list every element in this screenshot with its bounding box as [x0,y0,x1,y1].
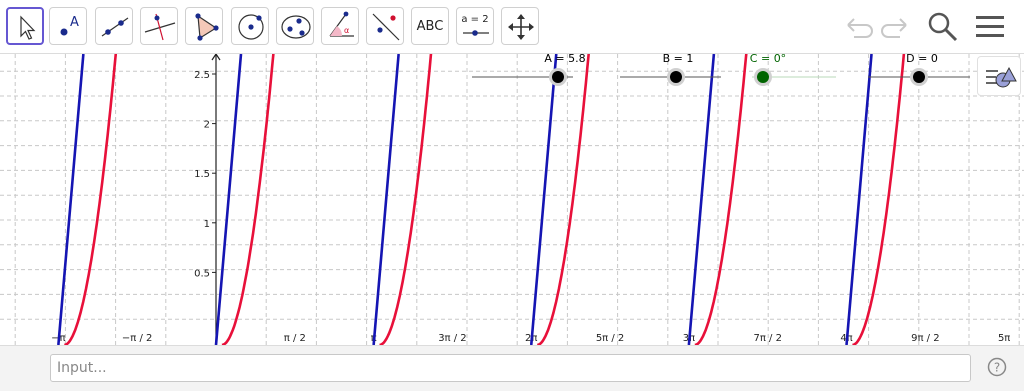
blue-curve-branch[interactable] [57,54,85,345]
slider-1[interactable]: A = 5.8 [472,54,586,86]
slider-label: D = 0 [906,54,938,65]
arrow-pointer-icon [20,15,36,40]
hamburger-menu-icon[interactable] [973,9,1007,43]
angle-tool[interactable]: α [321,7,359,45]
red-curve-branch[interactable] [379,54,434,345]
text-tool[interactable]: ABC [411,7,449,45]
algebra-input[interactable] [50,354,971,382]
polygon-tool[interactable] [185,7,223,45]
red-curve-branch[interactable] [537,54,591,345]
y-tick-label: 1 [204,219,210,230]
slider-icon [463,30,489,36]
red-curve-branch[interactable] [694,54,749,345]
slider-knob[interactable] [757,71,769,83]
slider-4[interactable]: D = 0 [868,54,970,86]
slider-label: A = 5.8 [544,54,585,65]
x-tick-label: 5π / 2 [596,333,624,344]
graphics-style-bar-icon [986,66,1017,88]
perpendicular-line-icon [144,13,176,41]
y-tick-label: 2.5 [194,70,210,81]
svg-text:α: α [344,26,349,35]
red-curve-branch[interactable] [221,54,276,345]
slider-label: C = 0° [750,54,786,65]
redo-icon[interactable] [880,9,914,43]
y-tick-label: 1.5 [194,169,210,180]
help-icon[interactable]: ? [987,357,1007,377]
polygon-icon [195,13,219,41]
x-tick-label: 3π / 2 [438,333,466,344]
ellipse-icon [281,15,311,39]
sliders: A = 5.8 B = 1 C = 0° D = 0 [472,54,970,86]
graphics-view[interactable]: 0.511.522.53−π−π / 2π / 2π3π / 22π5π / 2… [0,54,1024,345]
slider-2[interactable]: B = 1 [620,54,721,86]
svg-text:A: A [70,15,79,30]
x-tick-label: 5π [998,333,1010,344]
blue-curve-branch[interactable] [845,54,873,345]
x-tick-label: −π / 2 [122,333,153,344]
circle-center-icon [238,14,264,40]
point-tool[interactable]: A [49,7,87,45]
move-tool[interactable] [6,7,44,45]
svg-text:?: ? [994,361,1000,375]
search-icon[interactable] [925,9,959,43]
slider-label: B = 1 [663,54,694,65]
y-tick-label: 2 [204,120,210,131]
slider-3[interactable]: C = 0° [750,54,836,86]
reflect-tool[interactable] [366,7,404,45]
graphics-canvas[interactable]: 0.511.522.53−π−π / 2π / 2π3π / 22π5π / 2… [0,54,1024,345]
angle-icon: α [329,11,354,37]
x-tick-label: π / 2 [284,333,306,344]
blue-curve-branch[interactable] [214,54,243,345]
input-bar: ? [0,345,1024,391]
x-tick-label: 9π / 2 [911,333,939,344]
line-icon [101,17,129,37]
slider-knob[interactable] [670,71,682,83]
circle-tool[interactable] [231,7,269,45]
blue-curve-branch[interactable] [687,54,716,345]
reflect-icon [372,13,400,41]
x-tick-label: 7π / 2 [753,333,781,344]
slider-knob[interactable] [913,71,925,83]
point-icon: A [60,15,79,36]
slider-knob[interactable] [552,71,564,83]
move-graphics-view-icon [508,14,534,40]
slider-tool[interactable]: a = 2 [456,7,494,45]
curves [57,54,907,345]
blue-curve-branch[interactable] [372,54,400,345]
y-tick-label: 0.5 [194,268,210,279]
perpendicular-tool[interactable] [140,7,178,45]
move-view-tool[interactable] [501,7,539,45]
toolbar: A α ABC a = 2 [0,0,1024,54]
undo-icon[interactable] [840,9,874,43]
line-tool[interactable] [95,7,133,45]
blue-curve-branch[interactable] [529,54,558,345]
text-tool-label: ABC [416,18,444,34]
red-curve-branch[interactable] [64,54,118,345]
stylebar-toggle-button[interactable] [977,56,1021,96]
conic-tool[interactable] [276,7,314,45]
red-curve-branch[interactable] [852,54,907,345]
